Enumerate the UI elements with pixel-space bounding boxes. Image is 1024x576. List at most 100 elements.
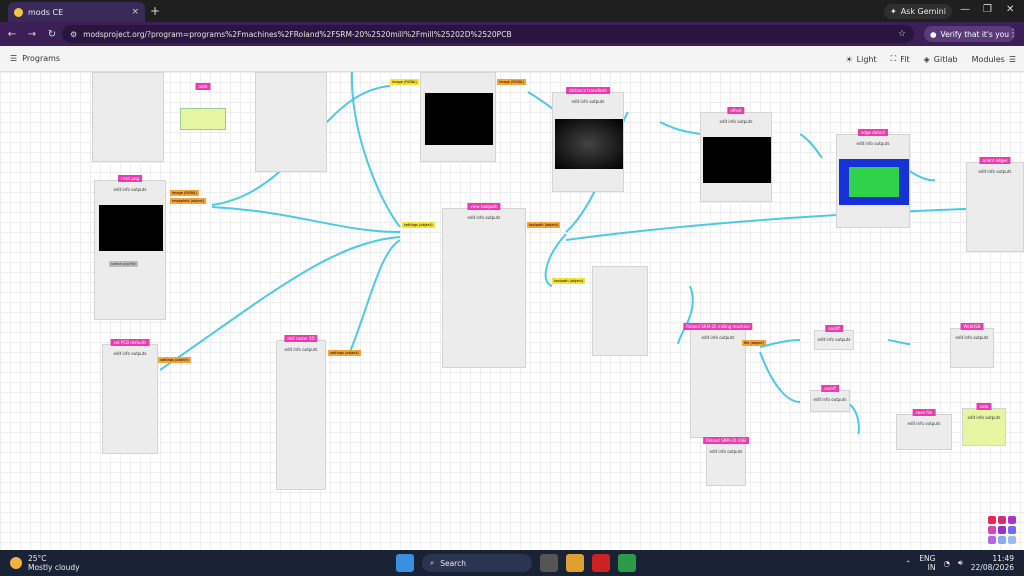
maximize-button[interactable]: ❐ (983, 4, 992, 15)
temperature: 25°C (28, 554, 47, 563)
wire (759, 339, 801, 348)
profile-avatar-icon: ● (930, 29, 937, 39)
module-on-off-2[interactable]: on/off edit info outputs (810, 385, 850, 412)
programs-label[interactable]: Programs (22, 54, 60, 63)
url-field[interactable]: ⚙ modsproject.org/?program=programs%2Fma… (62, 25, 914, 43)
fit-label: Fit (900, 54, 910, 64)
fit-icon: ⛶ (890, 54, 897, 63)
system-tray: ⌃ ENG IN ◔ 🔊︎ 11:49 22/08/2026 (905, 554, 1014, 572)
browser-menu-icon[interactable]: ⋮ (1008, 28, 1018, 39)
wire (659, 121, 701, 135)
module-title: set PCB defaults (110, 339, 150, 346)
new-tab-button[interactable]: + (150, 4, 160, 18)
input-port-settings[interactable]: settings (object) (402, 222, 435, 228)
module-offset[interactable]: offset edit info outputs (700, 107, 772, 202)
module-partial[interactable] (92, 72, 164, 162)
wifi-icon[interactable]: ◔ (943, 559, 950, 568)
weather-widget[interactable]: 25°C Mostly cloudy (10, 554, 80, 572)
address-bar-row: ← → ↻ ⚙ modsproject.org/?program=program… (0, 22, 1024, 46)
module-on-off-1[interactable]: on/off edit info outputs (814, 325, 854, 350)
module-subtitle: edit info outputs (907, 421, 941, 426)
module-subtitle: edit info outputs (967, 415, 1001, 420)
module-orient-edges[interactable]: orient edges edit info outputs (966, 157, 1024, 252)
fit-button[interactable]: ⛶ Fit (891, 54, 910, 64)
clock[interactable]: 11:49 22/08/2026 (971, 554, 1014, 572)
module-title: offset (727, 107, 745, 114)
output-port-settings[interactable]: settings (object) (158, 357, 191, 363)
offset-image (703, 137, 771, 183)
light-button[interactable]: ☀ Light (846, 54, 877, 64)
mods-canvas[interactable]: read png edit info outputs select png fi… (0, 72, 1024, 550)
forward-button[interactable]: → (24, 29, 40, 40)
browser-tab-strip: mods CE × + ✦ Ask Gemini — ❐ ✕ (0, 0, 1024, 22)
output-port-image-2[interactable]: image (RGBA) (497, 79, 526, 85)
output-port-settings-2[interactable]: settings (object) (328, 350, 361, 356)
output-port-image[interactable]: image (RGBA) (170, 190, 199, 196)
module-note-2[interactable]: note edit info outputs (962, 403, 1006, 446)
pcb-threshold-image (425, 93, 493, 145)
module-roland-usb[interactable]: Roland SRM-20 USB edit info outputs (703, 437, 749, 486)
start-icon[interactable] (396, 554, 414, 572)
bookmark-star-icon[interactable]: ☆ (898, 29, 906, 39)
browser-tab[interactable]: mods CE × (8, 2, 145, 22)
select-png-button[interactable]: select png file (109, 261, 138, 267)
module-subtitle: edit info outputs (817, 337, 851, 342)
output-port-toolpath[interactable]: toolpath (object) (527, 222, 561, 228)
module-threshold[interactable] (255, 72, 327, 172)
chrome-icon[interactable] (618, 554, 636, 572)
output-port-file[interactable]: file (object) (742, 340, 766, 346)
module-title: read png (118, 175, 142, 182)
module-webusb[interactable]: WebUSB edit info outputs (950, 323, 994, 368)
minimize-button[interactable]: — (960, 4, 970, 15)
back-button[interactable]: ← (4, 29, 20, 40)
gitlab-button[interactable]: ◈ Gitlab (924, 54, 958, 64)
output-port-imageinfo[interactable]: imageInfo (object) (170, 198, 207, 204)
module-toolpath[interactable] (592, 266, 648, 356)
gitlab-icon: ◈ (923, 54, 930, 64)
url-text: modsproject.org/?program=programs%2Fmach… (83, 29, 512, 39)
language-indicator[interactable]: ENG IN (919, 554, 935, 572)
file-explorer-icon[interactable] (566, 554, 584, 572)
site-info-icon[interactable]: ⚙ (70, 30, 77, 39)
windows-taskbar: 25°C Mostly cloudy ⌕ Search ⌃ ENG IN ◔ 🔊… (0, 550, 1024, 576)
tray-chevron-icon[interactable]: ⌃ (905, 559, 911, 568)
module-title: Roland SRM-20 milling machine (683, 323, 753, 330)
module-view-toolpath[interactable]: view toolpath edit info outputs (442, 203, 526, 368)
module-title: on/off (821, 385, 839, 392)
modules-label: Modules (971, 54, 1005, 64)
modules-button[interactable]: Modules ☰ (972, 54, 1016, 64)
module-set-pcb-defaults[interactable]: set PCB defaults edit info outputs (102, 339, 158, 454)
mods-favicon-icon (14, 7, 23, 17)
reload-button[interactable]: ↻ (44, 29, 60, 40)
close-window-button[interactable]: ✕ (1006, 4, 1014, 15)
module-subtitle: edit info outputs (813, 397, 847, 402)
wire (759, 351, 801, 403)
module-subtitle: edit info outputs (113, 187, 147, 192)
input-port-toolpath[interactable]: toolpath (object) (552, 278, 586, 284)
module-edge-detect[interactable]: edge detect edit info outputs (836, 129, 910, 228)
module-title: on/off (825, 325, 843, 332)
module-save-file[interactable]: save file edit info outputs (896, 409, 952, 450)
search-icon: ⌕ (430, 558, 435, 567)
module-mill-raster-2d[interactable]: mill raster 2D edit info outputs (276, 335, 326, 490)
edge-traces (849, 167, 899, 197)
module-distance-transform[interactable]: distance transform edit info outputs (552, 87, 624, 192)
app-icon[interactable] (592, 554, 610, 572)
weather-icon (10, 557, 22, 569)
module-image[interactable] (420, 72, 496, 162)
url-actions: ☆ (898, 29, 914, 39)
ask-gemini-button[interactable]: ✦ Ask Gemini (884, 4, 952, 19)
taskbar-search[interactable]: ⌕ Search (422, 554, 532, 572)
light-label: Light (856, 54, 877, 64)
tab-close-icon[interactable]: × (131, 7, 139, 17)
verify-profile-button[interactable]: ● Verify that it's you (924, 26, 1015, 42)
task-view-icon[interactable] (540, 554, 558, 572)
tab-title: mods CE (28, 7, 64, 17)
module-read-png[interactable]: read png edit info outputs select png fi… (94, 175, 166, 320)
input-port-image[interactable]: image (RGBA) (390, 79, 419, 85)
module-title: note (195, 83, 211, 90)
programs-menu-icon[interactable]: ☰ (10, 54, 17, 63)
volume-icon[interactable]: 🔊︎ (958, 558, 963, 568)
module-roland-srm20[interactable]: Roland SRM-20 milling machine edit info … (683, 323, 753, 438)
module-palette-icon[interactable] (988, 516, 1016, 544)
